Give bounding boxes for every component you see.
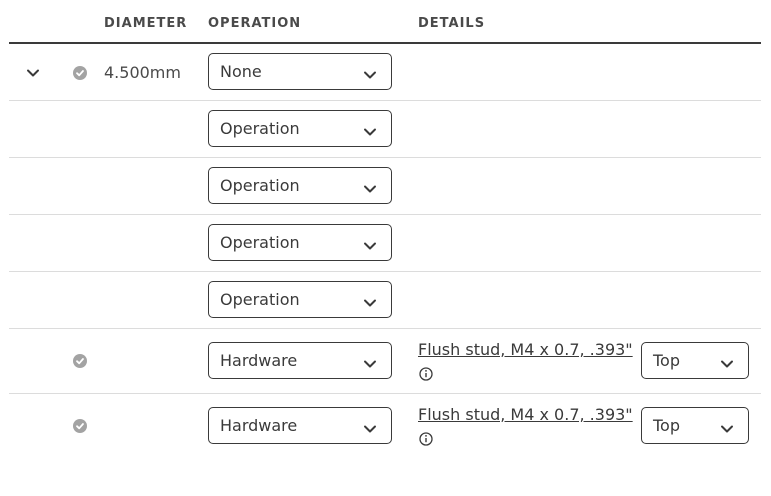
- chevron-down-icon: [363, 355, 377, 368]
- chevron-down-icon[interactable]: [26, 65, 40, 79]
- chevron-down-icon: [363, 294, 377, 307]
- table-row: Operation: [9, 215, 761, 272]
- chevron-down-icon: [363, 420, 377, 433]
- operation-select-value: Operation: [220, 233, 300, 252]
- table-row: 4.500mm None: [9, 44, 761, 101]
- info-icon[interactable]: [418, 431, 434, 447]
- chevron-down-icon: [720, 420, 734, 433]
- table-row: Operation: [9, 101, 761, 158]
- table-row: Operation: [9, 272, 761, 329]
- operation-select-value: Operation: [220, 119, 300, 138]
- chevron-down-icon: [720, 355, 734, 368]
- position-select[interactable]: Top: [641, 407, 749, 444]
- operation-select-value: Hardware: [220, 351, 298, 370]
- check-circle-icon: [73, 354, 87, 368]
- position-select-value: Top: [653, 416, 680, 435]
- operation-select[interactable]: Operation: [208, 167, 392, 204]
- position-select-value: Top: [653, 351, 680, 370]
- operation-select[interactable]: Operation: [208, 110, 392, 147]
- table-row: Operation: [9, 158, 761, 215]
- check-circle-icon: [73, 419, 87, 433]
- chevron-down-icon: [363, 237, 377, 250]
- chevron-down-icon: [363, 180, 377, 193]
- holes-table: DIAMETER OPERATION DETAILS 4.500mm None …: [9, 0, 761, 459]
- operation-select-value: Hardware: [220, 416, 298, 435]
- operation-select-value: Operation: [220, 176, 300, 195]
- chevron-down-icon: [363, 123, 377, 136]
- table-header: DIAMETER OPERATION DETAILS: [9, 0, 761, 44]
- table-row: Hardware Flush stud, M4 x 0.7, .393" Top: [9, 394, 761, 459]
- details-header: DETAILS: [418, 16, 486, 31]
- operation-select[interactable]: Hardware: [208, 342, 392, 379]
- operation-select[interactable]: None: [208, 53, 392, 90]
- operation-select[interactable]: Hardware: [208, 407, 392, 444]
- operation-select-value: Operation: [220, 290, 300, 309]
- operation-select[interactable]: Operation: [208, 224, 392, 261]
- hardware-link[interactable]: Flush stud, M4 x 0.7, .393": [418, 405, 633, 424]
- hardware-detail: Flush stud, M4 x 0.7, .393": [418, 340, 633, 381]
- hardware-detail: Flush stud, M4 x 0.7, .393": [418, 405, 633, 446]
- info-icon[interactable]: [418, 366, 434, 382]
- chevron-down-icon: [363, 66, 377, 79]
- operation-select[interactable]: Operation: [208, 281, 392, 318]
- operation-select-value: None: [220, 62, 262, 81]
- hardware-link[interactable]: Flush stud, M4 x 0.7, .393": [418, 340, 633, 359]
- check-circle-icon: [73, 66, 87, 80]
- operation-header: OPERATION: [208, 16, 302, 31]
- diameter-header: DIAMETER: [104, 16, 188, 31]
- diameter-value: 4.500mm: [104, 63, 181, 82]
- position-select[interactable]: Top: [641, 342, 749, 379]
- table-row: Hardware Flush stud, M4 x 0.7, .393" Top: [9, 329, 761, 394]
